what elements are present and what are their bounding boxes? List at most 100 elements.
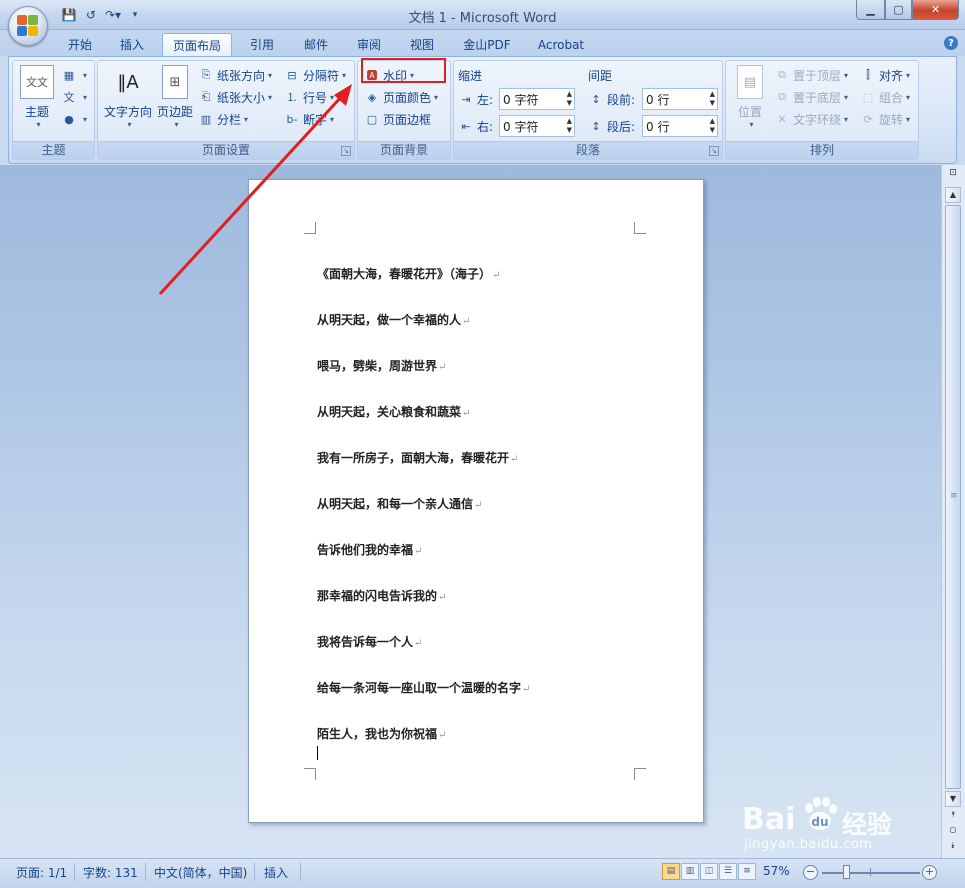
breaks-button[interactable]: ⊟ 分隔符 ▾ bbox=[284, 65, 346, 85]
spinner-arrows-icon[interactable]: ▲ ▼ bbox=[567, 90, 572, 108]
line-numbers-button[interactable]: ⒈ 行号 ▾ bbox=[284, 87, 335, 107]
baidu-jingyan-text: 经验 bbox=[842, 810, 893, 839]
draft-view-button[interactable]: ≡ bbox=[738, 863, 756, 880]
watermark-button[interactable]: 🅰 水印 ▾ bbox=[364, 65, 415, 85]
group-button[interactable]: ⬚ 组合 ▾ bbox=[860, 87, 910, 107]
window-title: 文档 1 - Microsoft Word bbox=[408, 11, 557, 26]
tab-references[interactable]: 引用 bbox=[240, 33, 284, 56]
spacing-after-icon: ↕ bbox=[591, 119, 601, 133]
ribbon-tabs: 开始 插入 页面布局 引用 邮件 审阅 视图 金山PDF Acrobat ? bbox=[0, 30, 965, 56]
page-background-group: 🅰 水印 ▾ ◈ 页面颜色 ▾ ▢ 页面边框 页面背景 bbox=[357, 60, 451, 160]
web-layout-view-button[interactable]: ◫ bbox=[700, 863, 718, 880]
corner-mark bbox=[304, 768, 316, 780]
breaks-icon: ⊟ bbox=[287, 68, 297, 82]
word-count[interactable]: 字数: 131 bbox=[83, 864, 138, 881]
align-button[interactable]: ⫿ 对齐 ▾ bbox=[860, 65, 910, 85]
minimize-button[interactable]: ▁ bbox=[856, 0, 885, 20]
spacing-after-field[interactable]: 0 行 ▲ ▼ bbox=[642, 115, 718, 137]
ruler-toggle-icon[interactable]: ⊡ bbox=[945, 168, 961, 184]
bring-to-front-button[interactable]: ⧉ 置于顶层 ▾ bbox=[774, 65, 848, 85]
spinner-arrows-icon[interactable]: ▲ ▼ bbox=[710, 90, 715, 108]
scroll-up-arrow[interactable]: ▲ bbox=[945, 187, 961, 203]
tab-acrobat[interactable]: Acrobat bbox=[530, 33, 592, 56]
tab-home[interactable]: 开始 bbox=[58, 33, 102, 56]
outline-view-button[interactable]: ☰ bbox=[719, 863, 737, 880]
scroll-thumb[interactable]: ≡ bbox=[945, 205, 961, 789]
indent-left-field[interactable]: 0 字符 ▲ ▼ bbox=[499, 88, 575, 110]
baidu-paw-icon: du bbox=[805, 797, 837, 830]
bring-front-icon: ⧉ bbox=[778, 68, 786, 81]
indent-left-label: ⇥ 左: bbox=[458, 89, 493, 109]
indent-title: 缩进 bbox=[458, 69, 483, 83]
theme-colors-button[interactable]: ▦ ▾ bbox=[61, 65, 87, 85]
tab-wps-pdf[interactable]: 金山PDF bbox=[456, 33, 518, 56]
zoom-slider[interactable] bbox=[822, 872, 920, 874]
full-screen-reading-view-button[interactable]: ▥ bbox=[681, 863, 699, 880]
tab-mailings[interactable]: 邮件 bbox=[294, 33, 338, 56]
zoom-in-button[interactable]: + bbox=[922, 865, 937, 880]
tab-review[interactable]: 审阅 bbox=[347, 33, 391, 56]
baidu-brand: Bai bbox=[742, 802, 796, 837]
document-page[interactable]: 《面朝大海，春暖花开》（海子）↵ 从明天起，做一个幸福的人↵ 喂马，劈柴，周游世… bbox=[248, 179, 704, 823]
page-setup-launcher[interactable]: ↘ bbox=[341, 146, 351, 156]
next-page-icon[interactable]: ⯯ bbox=[945, 841, 961, 853]
rotate-button[interactable]: ⟳ 旋转 ▾ bbox=[860, 109, 910, 129]
paragraph-launcher[interactable]: ↘ bbox=[709, 146, 719, 156]
text-direction-button[interactable]: ‖A 文字方向 ▾ bbox=[102, 65, 154, 130]
page-borders-button[interactable]: ▢ 页面边框 bbox=[364, 109, 431, 129]
hyphenation-button[interactable]: b‐ 断字 ▾ bbox=[284, 109, 335, 129]
paragraph-group-label: 段落 bbox=[454, 141, 722, 159]
corner-mark bbox=[304, 222, 316, 234]
paper-size-icon: ⎗ bbox=[201, 90, 211, 103]
insert-mode[interactable]: 插入 bbox=[264, 864, 288, 881]
browse-object-icon[interactable]: ○ bbox=[945, 825, 961, 837]
indent-right-field[interactable]: 0 字符 ▲ ▼ bbox=[499, 115, 575, 137]
themes-group: 文文 主题 ▾ ▦ ▾ 文 ▾ ● ▾ 主题 bbox=[12, 60, 95, 160]
vertical-scrollbar[interactable]: ⊡ ▲ ≡ ▼ ⯭ ○ ⯯ bbox=[941, 165, 965, 858]
corner-mark bbox=[634, 222, 646, 234]
text-wrap-icon: ✕ bbox=[777, 112, 787, 126]
document-line: 从明天起，做一个幸福的人↵ bbox=[317, 313, 471, 327]
paper-size-button[interactable]: ⎗ 纸张大小 ▾ bbox=[198, 87, 272, 107]
help-icon[interactable]: ? bbox=[944, 36, 958, 50]
page-borders-icon: ▢ bbox=[366, 112, 378, 126]
margins-button[interactable]: ⊞ 页边距 ▾ bbox=[156, 65, 194, 129]
close-button[interactable]: ✕ bbox=[912, 0, 959, 20]
window-controls: ▁ ▢ ✕ bbox=[856, 0, 959, 20]
language-indicator[interactable]: 中文(简体，中国) bbox=[154, 864, 247, 881]
send-to-back-button[interactable]: ⧉ 置于底层 ▾ bbox=[774, 87, 848, 107]
maximize-button[interactable]: ▢ bbox=[885, 0, 912, 20]
orientation-button[interactable]: ⎘ 纸张方向 ▾ bbox=[198, 65, 272, 85]
indent-left-icon: ⇥ bbox=[461, 92, 471, 106]
text-cursor bbox=[317, 746, 318, 760]
themes-group-label: 主题 bbox=[13, 141, 94, 159]
baidu-jingyan-watermark: Bai du 经验 jingyan.baidu.com bbox=[742, 790, 942, 856]
theme-fonts-button[interactable]: 文 ▾ bbox=[61, 87, 88, 107]
office-button[interactable] bbox=[8, 6, 48, 46]
themes-button[interactable]: 文文 主题 ▾ bbox=[19, 65, 55, 129]
text-wrap-button[interactable]: ✕ 文字环绕 ▾ bbox=[774, 109, 848, 129]
spinner-arrows-icon[interactable]: ▲ ▼ bbox=[710, 117, 715, 135]
spinner-arrows-icon[interactable]: ▲ ▼ bbox=[567, 117, 572, 135]
position-button[interactable]: ▤ 位置 ▾ bbox=[730, 65, 770, 129]
spacing-before-label: ↕ 段前: bbox=[588, 89, 635, 109]
page-count[interactable]: 页面: 1/1 bbox=[16, 864, 67, 881]
tab-page-layout[interactable]: 页面布局 bbox=[162, 33, 232, 56]
grip-icon: ≡ bbox=[950, 491, 958, 501]
columns-button[interactable]: ▥ 分栏 ▾ bbox=[198, 109, 248, 129]
text-direction-icon: ‖A bbox=[117, 71, 139, 93]
previous-page-icon[interactable]: ⯭ bbox=[945, 810, 961, 822]
page-color-button[interactable]: ◈ 页面颜色 ▾ bbox=[364, 87, 438, 107]
zoom-out-button[interactable]: − bbox=[803, 865, 818, 880]
theme-effects-button[interactable]: ● ▾ bbox=[61, 109, 87, 129]
arrange-group: ▤ 位置 ▾ ⧉ 置于顶层 ▾ ⧉ 置于底层 ▾ ✕ 文字环绕 ▾ ⫿ 对齐 ▾ ⬚ 组合 ▾ ⟳ 旋… bbox=[725, 60, 919, 160]
tab-insert[interactable]: 插入 bbox=[110, 33, 154, 56]
spacing-after-label: ↕ 段后: bbox=[588, 116, 635, 136]
document-line: 从明天起，关心粮食和蔬菜↵ bbox=[317, 405, 471, 419]
print-layout-view-button[interactable]: ▤ bbox=[662, 863, 680, 880]
zoom-slider-thumb[interactable] bbox=[843, 865, 850, 879]
spacing-before-field[interactable]: 0 行 ▲ ▼ bbox=[642, 88, 718, 110]
scroll-down-arrow[interactable]: ▼ bbox=[945, 791, 961, 807]
zoom-level[interactable]: 57% bbox=[763, 864, 790, 878]
tab-view[interactable]: 视图 bbox=[400, 33, 444, 56]
